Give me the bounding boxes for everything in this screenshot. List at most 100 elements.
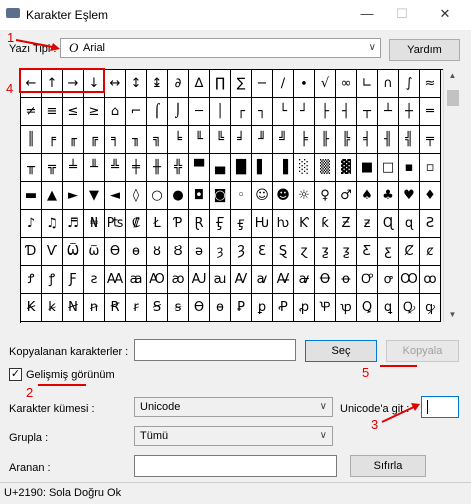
character-cell[interactable]: └	[273, 98, 294, 126]
copy-button[interactable]: Kopyala	[386, 340, 459, 362]
character-cell[interactable]: ║	[21, 126, 42, 154]
character-cell[interactable]: Ꝑ	[231, 294, 252, 322]
character-cell[interactable]: ╣	[399, 126, 420, 154]
character-cell[interactable]: ╫	[147, 154, 168, 182]
character-cell[interactable]: ☼	[294, 182, 315, 210]
character-cell[interactable]: ▼	[84, 182, 105, 210]
character-cell[interactable]: ╔	[84, 126, 105, 154]
character-cell[interactable]: Ɛ	[252, 238, 273, 266]
character-cell[interactable]: Ɽ	[189, 210, 210, 238]
character-cell[interactable]: ╖	[126, 126, 147, 154]
goto-unicode-input[interactable]	[421, 396, 459, 418]
character-cell[interactable]: ∩	[378, 70, 399, 98]
character-cell[interactable]: ┤	[336, 98, 357, 126]
character-cell[interactable]: ꞣ	[42, 294, 63, 322]
character-cell[interactable]: ▄	[210, 154, 231, 182]
character-cell[interactable]: ƕ	[273, 210, 294, 238]
character-cell[interactable]: −	[252, 70, 273, 98]
character-cell[interactable]: ∟	[357, 70, 378, 98]
character-cell[interactable]: ꜳ	[126, 266, 147, 294]
character-cell[interactable]: ╧	[63, 154, 84, 182]
character-cell[interactable]: Ꜷ	[189, 266, 210, 294]
character-cell[interactable]: ɵ	[210, 294, 231, 322]
character-cell[interactable]: ∏	[210, 70, 231, 98]
character-cell[interactable]: ♫	[42, 210, 63, 238]
character-cell[interactable]: ╡	[357, 126, 378, 154]
character-cell[interactable]: ◘	[189, 182, 210, 210]
character-cell[interactable]: ▐	[273, 154, 294, 182]
character-cell[interactable]: ƺ	[315, 238, 336, 266]
character-cell[interactable]: ╗	[147, 126, 168, 154]
character-cell[interactable]: ꞧ	[126, 294, 147, 322]
reset-button[interactable]: Sıfırla	[350, 455, 426, 477]
character-cell[interactable]: ╓	[63, 126, 84, 154]
character-cell[interactable]: ♂	[336, 182, 357, 210]
character-cell[interactable]: ╤	[420, 126, 441, 154]
character-cell[interactable]: ≈	[420, 70, 441, 98]
search-input[interactable]	[134, 455, 337, 477]
character-cell[interactable]: ╦	[42, 154, 63, 182]
character-cell[interactable]: ☻	[273, 182, 294, 210]
help-button[interactable]: Yardım	[389, 39, 460, 61]
character-cell[interactable]: Ꞩ	[147, 294, 168, 322]
character-cell[interactable]: Ɗ	[21, 238, 42, 266]
character-cell[interactable]: ♪	[21, 210, 42, 238]
copy-characters-field[interactable]	[134, 339, 296, 361]
character-cell[interactable]: ≠	[21, 98, 42, 126]
character-cell[interactable]: ☺	[252, 182, 273, 210]
character-cell[interactable]: ▫	[420, 154, 441, 182]
character-set-dropdown[interactable]: Unicode ∨	[134, 397, 333, 417]
character-cell[interactable]: Ƙ	[294, 210, 315, 238]
character-cell[interactable]: Ꝍ	[357, 266, 378, 294]
character-cell[interactable]: ∆	[189, 70, 210, 98]
character-cell[interactable]: ┘	[294, 98, 315, 126]
character-cell[interactable]: ѳ	[126, 238, 147, 266]
close-button[interactable]: ✕	[430, 4, 460, 24]
character-cell[interactable]: Ꜵ	[147, 266, 168, 294]
group-by-dropdown[interactable]: Tümü ∨	[134, 426, 333, 446]
character-cell[interactable]: ╠	[336, 126, 357, 154]
character-cell[interactable]: │	[210, 98, 231, 126]
character-cell[interactable]: ╒	[42, 126, 63, 154]
character-cell[interactable]: ╞	[294, 126, 315, 154]
character-cell[interactable]: Ꜳ	[105, 266, 126, 294]
character-cell[interactable]: ƙ	[315, 210, 336, 238]
character-cell[interactable]: ╥	[21, 154, 42, 182]
character-cell[interactable]: Ꝙ	[399, 294, 420, 322]
character-cell[interactable]: ○	[147, 182, 168, 210]
character-cell[interactable]: Ꝭ	[21, 266, 42, 294]
character-cell[interactable]: █	[231, 154, 252, 182]
character-cell[interactable]: Ƒ	[63, 266, 84, 294]
character-cell[interactable]: Ꜹ	[231, 266, 252, 294]
character-cell[interactable]: ┐	[252, 98, 273, 126]
character-cell[interactable]: ♠	[357, 182, 378, 210]
character-cell[interactable]: ꞥ	[84, 294, 105, 322]
character-cell[interactable]: ꝭ	[42, 266, 63, 294]
character-cell[interactable]: ∂	[168, 70, 189, 98]
character-cell[interactable]: Ƹ	[357, 238, 378, 266]
advanced-view-checkbox[interactable]: ✓	[9, 368, 22, 381]
character-cell[interactable]: ♀	[315, 182, 336, 210]
character-cell[interactable]: ╛	[231, 126, 252, 154]
character-cell[interactable]: ⌠	[147, 98, 168, 126]
character-cell[interactable]: ≥	[84, 98, 105, 126]
character-cell[interactable]: ∑	[231, 70, 252, 98]
scroll-up-arrow-icon[interactable]: ▲	[444, 69, 461, 83]
character-cell[interactable]: Ȣ	[168, 238, 189, 266]
character-cell[interactable]: ■	[357, 154, 378, 182]
character-cell[interactable]: ╩	[105, 154, 126, 182]
character-cell[interactable]: Ƶ	[336, 210, 357, 238]
character-cell[interactable]: ♣	[378, 182, 399, 210]
character-cell[interactable]: ƺ	[336, 238, 357, 266]
maximize-button[interactable]: ☐	[387, 4, 417, 24]
character-cell[interactable]: Ɵ	[189, 294, 210, 322]
character-cell[interactable]: ꝍ	[378, 266, 399, 294]
character-grid[interactable]: ← ↑ → ↓ ↔ ↕ ↨ ∂ ∆ ∏ ∑ − ∕ ∙ √ ∞ ∟ ∩ ∫ ≈ ≠ ≡ ≤ ≥ ⌂ ⌐ ⌠ ⌡ ─ │ ┌ ┐ └ ┘ ├ ┤ ┬ ┴ ┼ ═…	[20, 69, 443, 323]
character-cell[interactable]: Ꝋ	[315, 266, 336, 294]
character-cell[interactable]: ↕	[126, 70, 147, 98]
character-cell[interactable]: ꝓ	[294, 294, 315, 322]
character-cell[interactable]: ∞	[336, 70, 357, 98]
character-cell[interactable]: ∕	[273, 70, 294, 98]
character-cell[interactable]: Ꞣ	[21, 294, 42, 322]
font-dropdown[interactable]: O Arial ∨	[60, 38, 381, 58]
